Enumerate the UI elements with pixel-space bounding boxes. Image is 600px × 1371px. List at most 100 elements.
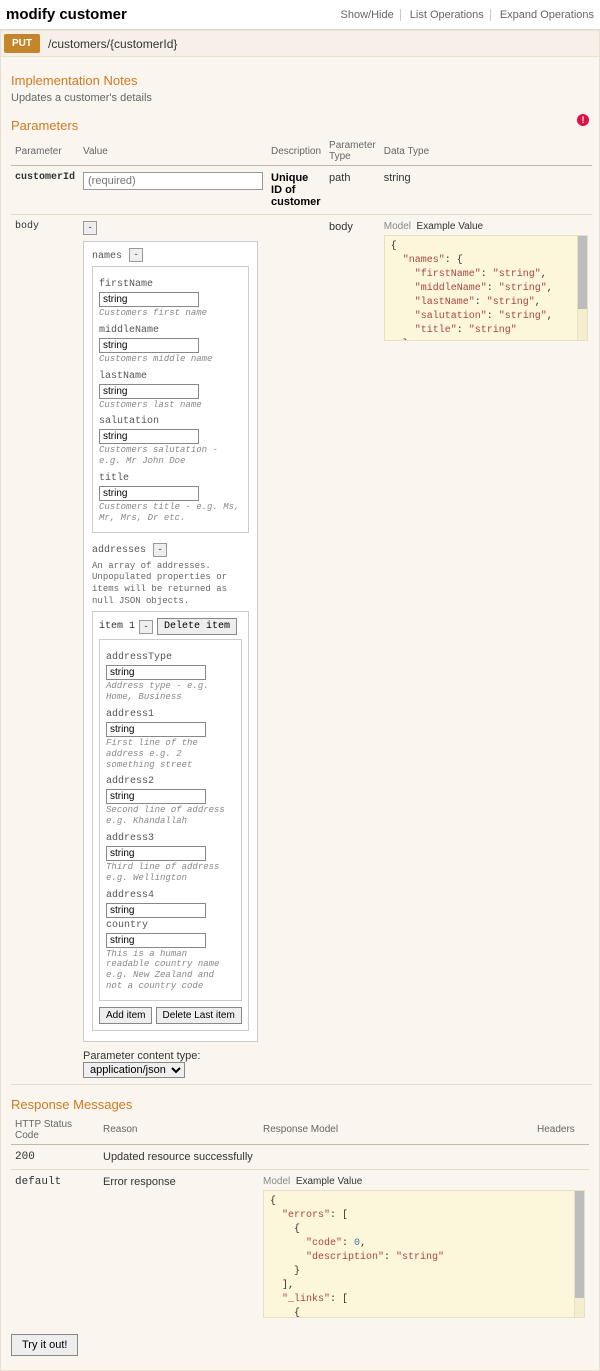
names-group: names - firstName Customers first name [92, 248, 249, 533]
param-row-customerid: customerId Unique ID of customer path st… [11, 166, 592, 215]
address3-label: address3 [106, 833, 235, 844]
parameters-table: Parameter Value Description Parameter Ty… [11, 137, 592, 1085]
firstname-input[interactable] [99, 292, 199, 307]
http-method-badge: PUT [4, 34, 40, 53]
example-json-body[interactable]: { "names": { "firstName": "string", "mid… [384, 235, 578, 341]
salutation-label: salutation [99, 416, 242, 427]
responses-table: HTTP Status Code Reason Response Model H… [11, 1116, 589, 1324]
implementation-notes-title: Implementation Notes [11, 73, 589, 88]
param-data-type: string [380, 166, 592, 215]
col-param-type: Parameter Type [325, 137, 380, 166]
addresses-label: addresses [92, 545, 146, 556]
item-label: item 1 [99, 621, 135, 632]
address2-label: address2 [106, 776, 235, 787]
addresstype-input[interactable] [106, 665, 206, 680]
col-value: Value [79, 137, 267, 166]
title-desc: Customers title - e.g. Ms, Mr, Mrs, Dr e… [99, 502, 242, 524]
operation-path: /customers/{customerId} [48, 37, 177, 51]
operation-heading: modify customer Show/Hide List Operation… [0, 0, 600, 30]
required-warning-icon: ! [577, 112, 589, 126]
response-row-default: default Error response Model Example Val… [11, 1169, 589, 1324]
address1-input[interactable] [106, 722, 206, 737]
resp-code: 200 [11, 1144, 99, 1169]
col-reason: Reason [99, 1116, 259, 1145]
add-item-button[interactable]: Add item [99, 1007, 152, 1024]
address4-input[interactable] [106, 903, 206, 918]
content-type-select[interactable]: application/json [83, 1062, 185, 1078]
addresstype-desc: Address type - e.g. Home, Business [106, 681, 235, 703]
lastname-label: lastName [99, 371, 242, 382]
salutation-input[interactable] [99, 429, 199, 444]
scrollbar[interactable] [575, 1190, 585, 1318]
address3-desc: Third line of address e.g. Wellington [106, 862, 235, 884]
salutation-desc: Customers salutation - e.g. Mr John Doe [99, 445, 242, 467]
middlename-desc: Customers middle name [99, 354, 242, 365]
address1-label: address1 [106, 709, 235, 720]
col-http-code: HTTP Status Code [11, 1116, 99, 1145]
param-row-body: body - names - [11, 215, 592, 1085]
country-label: country [106, 920, 235, 931]
address2-desc: Second line of address e.g. Khandallah [106, 805, 235, 827]
address3-input[interactable] [106, 846, 206, 861]
title-input[interactable] [99, 486, 199, 501]
customer-id-input[interactable] [83, 172, 263, 190]
addresses-item-box: item 1 - Delete item addressType [92, 611, 249, 1030]
address1-desc: First line of the address e.g. 2 somethi… [106, 738, 235, 770]
collapse-body-button[interactable]: - [83, 221, 97, 235]
col-headers: Headers [533, 1116, 589, 1145]
names-label: names [92, 251, 122, 262]
operation-panel: Implementation Notes Updates a customer'… [0, 57, 600, 1371]
example-value-tab[interactable]: Example Value [296, 1176, 363, 1187]
body-editor: names - firstName Customers first name [83, 241, 258, 1042]
addresstype-label: addressType [106, 652, 235, 663]
col-parameter: Parameter [11, 137, 79, 166]
example-value-tab[interactable]: Example Value [417, 221, 484, 232]
title-label: title [99, 473, 242, 484]
model-tab[interactable]: Model [384, 221, 411, 232]
scrollbar[interactable] [578, 235, 588, 341]
implementation-notes-text: Updates a customer's details [11, 92, 589, 104]
col-data-type: Data Type [380, 137, 592, 166]
collapse-names-button[interactable]: - [129, 248, 143, 262]
response-messages-title: Response Messages [11, 1097, 589, 1112]
middlename-label: middleName [99, 325, 242, 336]
operation-options: Show/Hide List Operations Expand Operati… [335, 9, 594, 21]
lastname-input[interactable] [99, 384, 199, 399]
expand-operations[interactable]: Expand Operations [494, 9, 594, 21]
toggle-show-hide[interactable]: Show/Hide [335, 9, 401, 21]
lastname-desc: Customers last name [99, 400, 242, 411]
response-row-200: 200 Updated resource successfully [11, 1144, 589, 1169]
address4-label: address4 [106, 890, 235, 901]
operation-bar[interactable]: PUT /customers/{customerId} [0, 30, 600, 57]
content-type-label: Parameter content type: [83, 1050, 200, 1062]
body-editor-wrapper: - names - firstName [83, 221, 263, 1078]
param-type: path [325, 166, 380, 215]
example-json-error[interactable]: { "errors": [ { "code": 0, "description"… [263, 1190, 575, 1318]
col-description: Description [267, 137, 325, 166]
addresses-group: addresses - An array of addresses. Unpop… [92, 543, 249, 1031]
model-example-tabs: Model Example Value [384, 221, 588, 232]
resp-code: default [11, 1169, 99, 1324]
country-input[interactable] [106, 933, 206, 948]
param-name: customerId [11, 166, 79, 215]
example-value-block: { "errors": [ { "code": 0, "description"… [263, 1190, 585, 1318]
collapse-item-button[interactable]: - [139, 620, 153, 634]
country-desc: This is a human readable country name e.… [106, 949, 235, 992]
firstname-desc: Customers first name [99, 308, 242, 319]
middlename-input[interactable] [99, 338, 199, 353]
address2-input[interactable] [106, 789, 206, 804]
list-operations[interactable]: List Operations [404, 9, 491, 21]
try-it-out-button[interactable]: Try it out! [11, 1334, 78, 1356]
param-name: body [11, 215, 79, 1085]
model-tab[interactable]: Model [263, 1176, 290, 1187]
delete-last-item-button[interactable]: Delete Last item [156, 1007, 242, 1024]
col-response-model: Response Model [259, 1116, 533, 1145]
firstname-label: firstName [99, 279, 242, 290]
collapse-addresses-button[interactable]: - [153, 543, 167, 557]
parameters-title: Parameters [11, 118, 78, 133]
delete-item-button[interactable]: Delete item [157, 618, 237, 635]
param-type: body [325, 215, 380, 1085]
param-desc: Unique ID of customer [267, 166, 325, 215]
resp-reason: Updated resource successfully [99, 1144, 259, 1169]
example-value-block: { "names": { "firstName": "string", "mid… [384, 235, 588, 341]
